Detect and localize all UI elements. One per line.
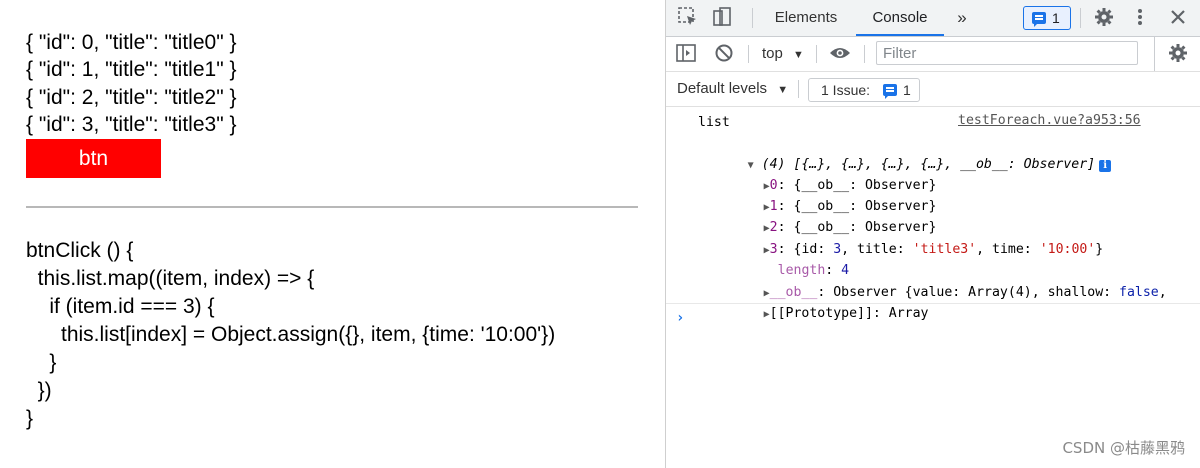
- ob-row[interactable]: ▶__ob__: Observer {value: Array(4), shal…: [716, 261, 1167, 300]
- console-toolbar: top ▼: [666, 37, 1200, 72]
- message-icon: [1032, 12, 1046, 27]
- live-expression-eye-icon[interactable]: [828, 42, 852, 66]
- prototype-row[interactable]: ▶[[Prototype]]: Array: [716, 282, 929, 321]
- devtools-tabbar: Elements Console » 1: [666, 0, 1200, 37]
- message-icon: [883, 84, 897, 99]
- list-item: { "id": 3, "title": "title3" }: [26, 113, 237, 136]
- console-separator: [666, 303, 1200, 304]
- array-item-row[interactable]: ▶3: {id: 3, title: 'title3', time: '10:0…: [716, 218, 1104, 257]
- array-item-row[interactable]: ▶1: {__ob__: Observer}: [716, 175, 937, 214]
- more-options-icon[interactable]: [1128, 6, 1152, 30]
- clear-console-icon[interactable]: [712, 42, 736, 66]
- divider: [26, 206, 638, 208]
- source-link[interactable]: testForeach.vue?a953:56: [958, 113, 1141, 128]
- issues-badge[interactable]: 1: [1023, 6, 1071, 30]
- code-line: this.list[index] = Object.assign({}, ite…: [26, 323, 556, 346]
- dropdown-arrow-icon: ▼: [777, 84, 789, 96]
- console-levels-bar: Default levels ▼ 1 Issue: 1: [666, 72, 1200, 107]
- array-summary-row[interactable]: ▼ (4) [{…}, {…}, {…}, {…}, __ob__: Obser…: [700, 133, 1112, 172]
- list-item: { "id": 2, "title": "title2" }: [26, 86, 237, 109]
- context-selector[interactable]: top ▼: [762, 37, 804, 72]
- code-line: if (item.id === 3) {: [26, 295, 215, 318]
- inspect-element-icon[interactable]: [676, 6, 700, 30]
- info-icon: i: [1099, 160, 1112, 172]
- dropdown-arrow-icon: ▼: [793, 49, 804, 61]
- filter-input[interactable]: [876, 41, 1138, 65]
- array-item-row[interactable]: ▶0: {__ob__: Observer}: [716, 154, 937, 193]
- code-line: }: [26, 407, 34, 430]
- tab-elements[interactable]: Elements: [762, 0, 850, 36]
- settings-gear-icon[interactable]: [1092, 6, 1116, 30]
- close-icon[interactable]: [1166, 6, 1190, 30]
- watermark: CSDN @枯藤黑鸦: [1062, 439, 1185, 457]
- list-item: { "id": 0, "title": "title0" }: [26, 31, 237, 54]
- console-output: list testForeach.vue?a953:56 ▼ (4) [{…},…: [666, 107, 1200, 468]
- console-prompt-icon[interactable]: ›: [676, 310, 684, 326]
- levels-dropdown[interactable]: Default levels ▼: [677, 72, 788, 107]
- issues-button[interactable]: 1 Issue: 1: [808, 78, 920, 102]
- devtools-panel: Elements Console » 1 top ▼ Filter Defaul…: [665, 0, 1200, 468]
- app-pane: { "id": 0, "title": "title0" } { "id": 1…: [0, 0, 665, 468]
- array-item-row[interactable]: ▶2: {__ob__: Observer}: [716, 196, 937, 235]
- code-line: }): [26, 379, 52, 402]
- device-toolbar-icon[interactable]: [710, 6, 734, 30]
- length-row: length: 4: [777, 263, 850, 278]
- more-tabs-icon[interactable]: »: [950, 0, 974, 36]
- log-label: list: [698, 115, 730, 130]
- code-line: this.list.map((item, index) => {: [26, 267, 315, 290]
- show-sidebar-icon[interactable]: [674, 42, 698, 66]
- tab-console[interactable]: Console: [856, 0, 944, 36]
- list-item: { "id": 1, "title": "title1" }: [26, 58, 237, 81]
- code-line: }: [26, 351, 57, 374]
- console-settings-gear-icon[interactable]: [1166, 42, 1190, 66]
- btn-button[interactable]: btn: [26, 139, 161, 178]
- code-line: btnClick () {: [26, 239, 134, 262]
